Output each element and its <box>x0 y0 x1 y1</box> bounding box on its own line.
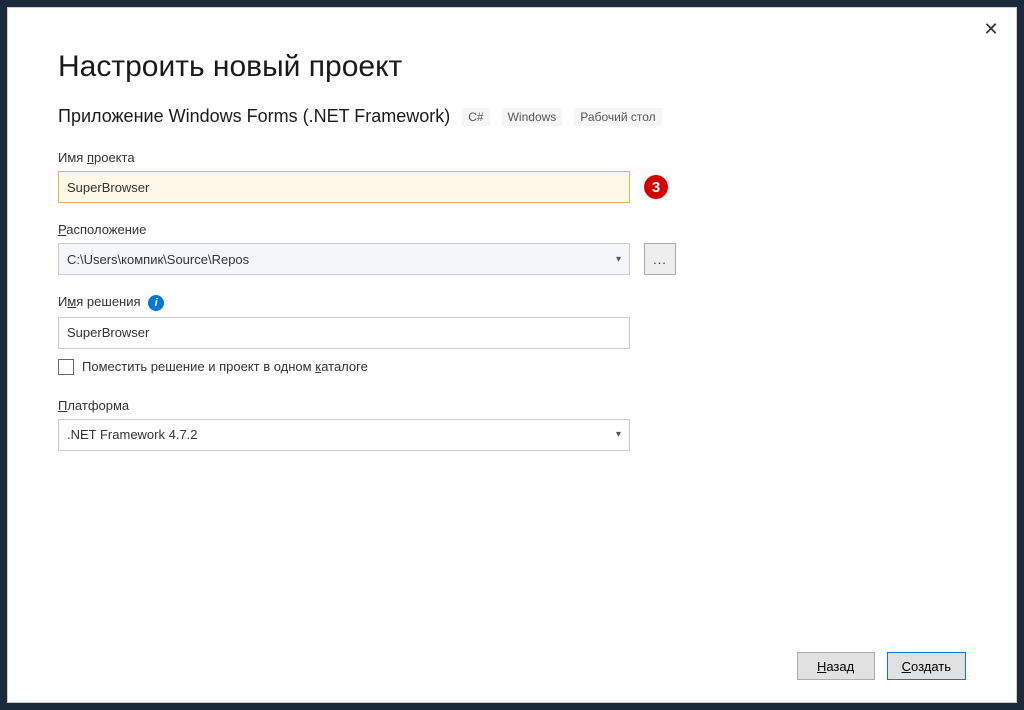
location-dropdown[interactable]: C:\Users\компик\Source\Repos ▾ <box>58 243 630 275</box>
callout-badge-3: 3 <box>644 175 668 199</box>
tag-platform: Windows <box>502 108 563 126</box>
project-name-input[interactable] <box>58 171 630 203</box>
back-button[interactable]: Назад <box>797 652 875 680</box>
location-label: Расположение <box>58 222 146 237</box>
chevron-down-icon: ▾ <box>616 254 621 265</box>
project-name-label: Имя проекта <box>58 150 135 165</box>
configure-project-window: ✕ Настроить новый проект Приложение Wind… <box>7 7 1017 703</box>
field-location: Расположение C:\Users\компик\Source\Repo… <box>58 221 966 275</box>
field-project-name: Имя проекта 3 <box>58 149 966 203</box>
browse-location-button[interactable]: ... <box>644 243 676 275</box>
project-template-name: Приложение Windows Forms (.NET Framework… <box>58 106 450 127</box>
chevron-down-icon: ▾ <box>616 429 621 440</box>
solution-name-label: Имя решения i <box>58 294 164 311</box>
tag-type: Рабочий стол <box>574 108 661 126</box>
solution-name-input[interactable] <box>58 317 630 349</box>
tag-language: C# <box>462 108 489 126</box>
footer-buttons: Назад Создать <box>797 652 966 680</box>
page-title: Настроить новый проект <box>58 50 966 84</box>
create-button[interactable]: Создать <box>887 652 966 680</box>
same-directory-label: Поместить решение и проект в одном катал… <box>82 359 368 374</box>
framework-label: Платформа <box>58 398 129 413</box>
same-directory-checkbox[interactable] <box>58 359 74 375</box>
subtitle-row: Приложение Windows Forms (.NET Framework… <box>58 106 966 127</box>
framework-dropdown[interactable]: .NET Framework 4.7.2 ▾ <box>58 419 630 451</box>
field-framework: Платформа .NET Framework 4.7.2 ▾ <box>58 397 966 451</box>
same-directory-row[interactable]: Поместить решение и проект в одном катал… <box>58 359 966 375</box>
close-button[interactable]: ✕ <box>982 20 1000 38</box>
field-solution-name: Имя решения i Поместить решение и проект… <box>58 293 966 375</box>
info-icon[interactable]: i <box>148 295 164 311</box>
